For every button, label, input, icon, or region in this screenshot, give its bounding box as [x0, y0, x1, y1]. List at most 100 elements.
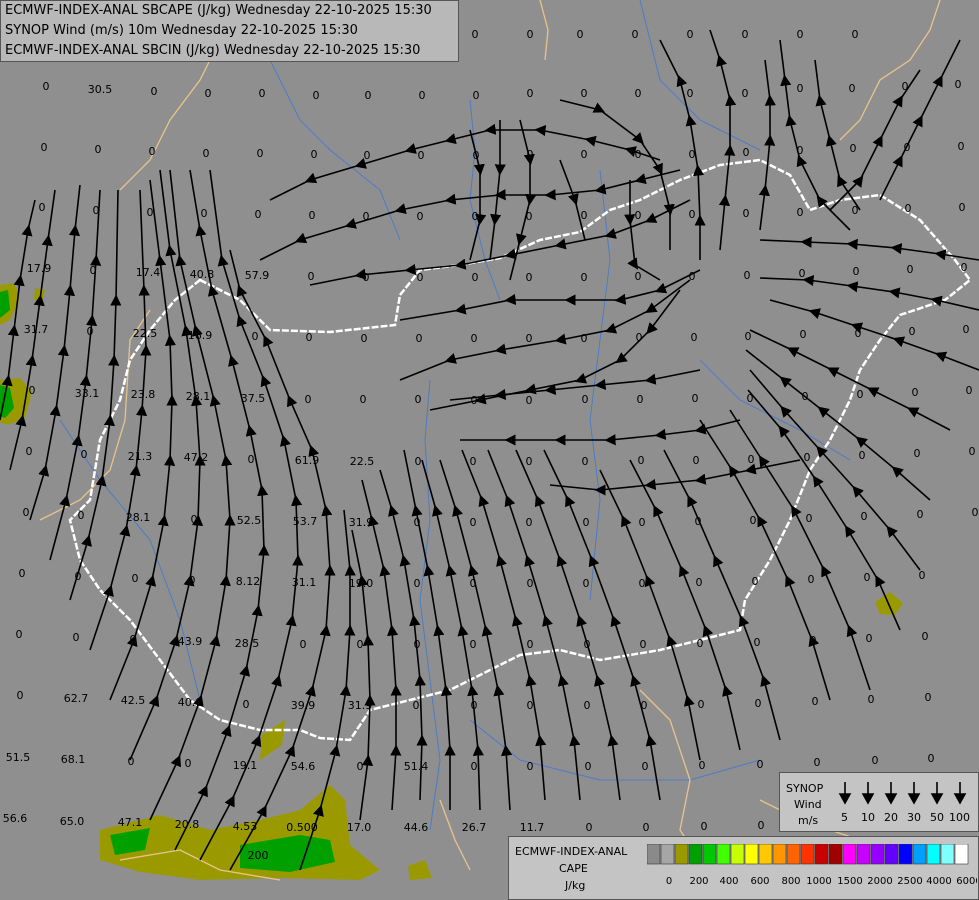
cape-value-label: 0	[635, 270, 642, 283]
cape-color-swatch	[926, 844, 941, 865]
cape-value-label: 0	[958, 140, 965, 153]
cape-value-label: 0	[955, 78, 962, 91]
cape-value-label: 0	[959, 201, 966, 214]
cape-color-swatch	[912, 844, 927, 865]
cape-value-label: 47.1	[118, 816, 143, 829]
cape-value-label: 0	[810, 634, 817, 647]
cape-value-label: 8.12	[236, 575, 261, 588]
cape-color-swatch	[828, 844, 843, 865]
cape-value-label: 0	[363, 271, 370, 284]
cape-value-label: 0	[243, 698, 250, 711]
cape-value-label: 0	[365, 89, 372, 102]
cape-value-label: 0	[39, 201, 46, 214]
cape-tick-label: 800	[781, 876, 800, 887]
cape-value-label: 0	[747, 392, 754, 405]
cape-value-label: 0	[864, 571, 871, 584]
weather-map: 0 0 0 0 0 0 0 0 0 30.5 0 0 0 0 0 0 0 0 0 0 0 0 0 0 0 0 0 0 0 0 0 0 0 0 0 0 0…	[0, 0, 979, 900]
wind-speed-20: 20	[884, 811, 898, 824]
cape-value-label: 40.0	[178, 696, 203, 709]
cape-value-label: 23.8	[131, 388, 156, 401]
cape-value-label: 0	[581, 148, 588, 161]
cape-value-label: 0	[584, 638, 591, 651]
cape-value-label: 0	[698, 698, 705, 711]
cape-value-label: 0	[635, 87, 642, 100]
cape-value-label: 0	[972, 506, 979, 519]
cape-value-label: 31.9	[349, 516, 374, 529]
cape-value-label: 0	[527, 28, 534, 41]
cape-color-swatch	[730, 844, 745, 865]
wind-speed-100: 100	[949, 811, 970, 824]
cape-value-label: 0	[527, 87, 534, 100]
cape-value-label: 0	[917, 508, 924, 521]
cape-value-label: 0	[526, 332, 533, 345]
cape-value-label: 0	[413, 699, 420, 712]
wind-legend: SYNOP Wind m/s 5 10 20 30 50 100	[779, 772, 979, 832]
cape-value-label: 0	[417, 210, 424, 223]
cape-value-label: 0	[582, 393, 589, 406]
wind-speed-10: 10	[861, 811, 875, 824]
cape-color-swatch	[660, 844, 675, 865]
cape-value-label: 0	[363, 210, 370, 223]
cape-value-label: 0	[419, 89, 426, 102]
cape-value-label: 0	[416, 332, 423, 345]
cape-value-label: 0	[641, 699, 648, 712]
cape-value-label: 61.9	[295, 454, 320, 467]
cape-tick-label: 4000	[926, 876, 951, 887]
title-sbcin: ECMWF-INDEX-ANAL SBCIN (J/kg) Wednesday …	[5, 43, 421, 58]
cape-tick-label: 1500	[837, 876, 862, 887]
cape-value-label: 0	[748, 453, 755, 466]
cape-color-swatch	[772, 844, 787, 865]
cape-value-label: 0	[73, 631, 80, 644]
cape-color-swatch	[758, 844, 773, 865]
cape-value-label: 0	[969, 445, 976, 458]
cape-value-label: 0	[471, 394, 478, 407]
cape-value-label: 28.1	[126, 511, 151, 524]
cape-color-swatch	[954, 844, 969, 865]
cape-value-label: 0	[639, 516, 646, 529]
cape-value-label: 16.9	[188, 329, 213, 342]
cape-value-label: 0	[583, 516, 590, 529]
cape-value-label: 19.1	[233, 759, 258, 772]
cape-value-label: 0	[905, 202, 912, 215]
cape-value-label: 0	[90, 264, 97, 277]
cape-value-label: 0	[691, 331, 698, 344]
cape-value-label: 0	[81, 448, 88, 461]
cape-value-label: 0	[132, 572, 139, 585]
wind-legend-arrows	[838, 782, 967, 805]
cape-value-label: 0	[472, 28, 479, 41]
cape-value-label: 0	[692, 392, 699, 405]
cape-color-swatch	[786, 844, 801, 865]
cape-value-label: 0	[584, 699, 591, 712]
cape-value-label: 39.9	[291, 699, 316, 712]
cape-value-label: 0	[689, 208, 696, 221]
cape-value-label: 0	[357, 760, 364, 773]
cape-value-label: 0	[26, 445, 33, 458]
cape-value-label: 0	[87, 325, 94, 338]
cape-value-label: 0	[527, 148, 534, 161]
cape-value-label: 0	[804, 451, 811, 464]
cape-value-label: 0	[581, 209, 588, 222]
cape-value-label: 0	[16, 628, 23, 641]
cape-value-label: 17.0	[347, 821, 372, 834]
cape-value-label: 0	[526, 455, 533, 468]
cape-value-label: 0	[581, 271, 588, 284]
cape-value-label: 0	[742, 87, 749, 100]
cape-color-swatch	[842, 844, 857, 865]
cape-value-label: 0	[130, 633, 137, 646]
cape-value-label: 21.3	[128, 450, 153, 463]
cape-value-label: 0	[41, 141, 48, 154]
cape-tick-label: 600	[750, 876, 769, 887]
cape-value-label: 0	[635, 148, 642, 161]
cape-value-label: 4.53	[233, 820, 258, 833]
cape-value-label: 0	[632, 28, 639, 41]
cape-color-swatch	[870, 844, 885, 865]
wind-speed-50: 50	[930, 811, 944, 824]
cape-value-label: 0	[23, 506, 30, 519]
cape-value-label: 0	[695, 515, 702, 528]
cape-value-label: 0	[471, 332, 478, 345]
cape-value-label: 65.0	[60, 815, 85, 828]
cape-value-label: 0	[925, 691, 932, 704]
wind-legend-title-1: SYNOP	[786, 782, 824, 795]
cape-value-label: 0	[470, 638, 477, 651]
cape-value-label: 22.5	[133, 327, 158, 340]
